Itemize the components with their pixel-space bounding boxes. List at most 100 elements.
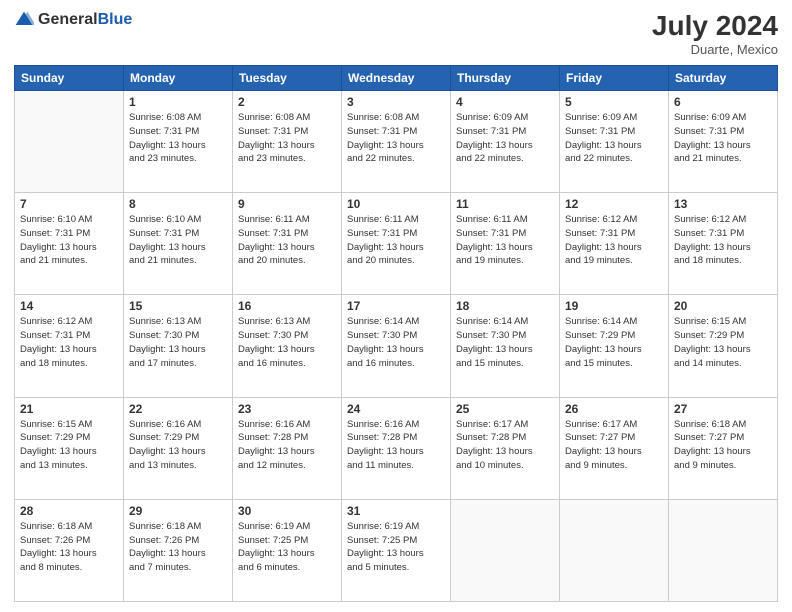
day-cell: 5 Sunrise: 6:09 AMSunset: 7:31 PMDaylight…	[560, 91, 669, 193]
day-header-monday: Monday	[124, 66, 233, 91]
day-number: 16	[238, 299, 336, 313]
day-cell	[560, 499, 669, 601]
day-info: Sunrise: 6:15 AMSunset: 7:29 PMDaylight:…	[674, 315, 772, 370]
day-info: Sunrise: 6:08 AMSunset: 7:31 PMDaylight:…	[238, 111, 336, 166]
day-number: 3	[347, 95, 445, 109]
day-cell: 26Sunrise: 6:17 AMSunset: 7:27 PMDayligh…	[560, 397, 669, 499]
day-header-wednesday: Wednesday	[342, 66, 451, 91]
day-info: Sunrise: 6:16 AMSunset: 7:28 PMDaylight:…	[347, 418, 445, 473]
day-info: Sunrise: 6:12 AMSunset: 7:31 PMDaylight:…	[674, 213, 772, 268]
day-number: 20	[674, 299, 772, 313]
logo-blue: Blue	[98, 11, 133, 28]
day-cell: 29 Sunrise: 6:18 AMSunset: 7:26 PMDayligh…	[124, 499, 233, 601]
logo: GeneralBlue	[14, 10, 132, 30]
day-header-thursday: Thursday	[451, 66, 560, 91]
day-info: Sunrise: 6:11 AMSunset: 7:31 PMDaylight:…	[347, 213, 445, 268]
day-number: 21	[20, 402, 118, 416]
day-cell: 20 Sunrise: 6:15 AMSunset: 7:29 PMDayligh…	[669, 295, 778, 397]
day-cell: 11 Sunrise: 6:11 AMSunset: 7:31 PMDayligh…	[451, 193, 560, 295]
day-cell: 12Sunrise: 6:12 AMSunset: 7:31 PMDayligh…	[560, 193, 669, 295]
day-info: Sunrise: 6:18 AMSunset: 7:26 PMDaylight:…	[129, 520, 227, 575]
day-info: Sunrise: 6:19 AMSunset: 7:25 PMDaylight:…	[347, 520, 445, 575]
day-number: 28	[20, 504, 118, 518]
day-number: 1	[129, 95, 227, 109]
day-info: Sunrise: 6:10 AMSunset: 7:31 PMDaylight:…	[129, 213, 227, 268]
day-cell: 23 Sunrise: 6:16 AMSunset: 7:28 PMDayligh…	[233, 397, 342, 499]
day-number: 10	[347, 197, 445, 211]
day-number: 12	[565, 197, 663, 211]
calendar-table: SundayMondayTuesdayWednesdayThursdayFrid…	[14, 65, 778, 602]
day-number: 9	[238, 197, 336, 211]
day-info: Sunrise: 6:09 AMSunset: 7:31 PMDaylight:…	[674, 111, 772, 166]
day-cell: 30Sunrise: 6:19 AMSunset: 7:25 PMDayligh…	[233, 499, 342, 601]
day-info: Sunrise: 6:18 AMSunset: 7:26 PMDaylight:…	[20, 520, 118, 575]
logo-text: GeneralBlue	[38, 11, 132, 29]
day-cell: 25 Sunrise: 6:17 AMSunset: 7:28 PMDayligh…	[451, 397, 560, 499]
day-info: Sunrise: 6:08 AMSunset: 7:31 PMDaylight:…	[129, 111, 227, 166]
week-row-5: 28 Sunrise: 6:18 AMSunset: 7:26 PMDayligh…	[15, 499, 778, 601]
day-header-sunday: Sunday	[15, 66, 124, 91]
location: Duarte, Mexico	[652, 42, 778, 57]
day-info: Sunrise: 6:17 AMSunset: 7:27 PMDaylight:…	[565, 418, 663, 473]
day-cell: 9Sunrise: 6:11 AMSunset: 7:31 PMDaylight…	[233, 193, 342, 295]
week-row-3: 14Sunrise: 6:12 AMSunset: 7:31 PMDayligh…	[15, 295, 778, 397]
calendar-header-row: SundayMondayTuesdayWednesdayThursdayFrid…	[15, 66, 778, 91]
day-cell: 27Sunrise: 6:18 AMSunset: 7:27 PMDayligh…	[669, 397, 778, 499]
day-info: Sunrise: 6:09 AMSunset: 7:31 PMDaylight:…	[565, 111, 663, 166]
day-info: Sunrise: 6:11 AMSunset: 7:31 PMDaylight:…	[456, 213, 554, 268]
week-row-1: 1 Sunrise: 6:08 AMSunset: 7:31 PMDaylight…	[15, 91, 778, 193]
day-number: 8	[129, 197, 227, 211]
day-number: 15	[129, 299, 227, 313]
day-number: 11	[456, 197, 554, 211]
day-number: 29	[129, 504, 227, 518]
logo-general: General	[38, 11, 98, 28]
day-number: 24	[347, 402, 445, 416]
day-info: Sunrise: 6:13 AMSunset: 7:30 PMDaylight:…	[129, 315, 227, 370]
day-number: 13	[674, 197, 772, 211]
day-cell: 28 Sunrise: 6:18 AMSunset: 7:26 PMDayligh…	[15, 499, 124, 601]
day-cell: 8 Sunrise: 6:10 AMSunset: 7:31 PMDaylight…	[124, 193, 233, 295]
week-row-2: 7 Sunrise: 6:10 AMSunset: 7:31 PMDaylight…	[15, 193, 778, 295]
logo-icon	[14, 10, 34, 30]
day-cell: 18 Sunrise: 6:14 AMSunset: 7:30 PMDayligh…	[451, 295, 560, 397]
day-info: Sunrise: 6:14 AMSunset: 7:30 PMDaylight:…	[347, 315, 445, 370]
day-number: 25	[456, 402, 554, 416]
day-cell: 6 Sunrise: 6:09 AMSunset: 7:31 PMDaylight…	[669, 91, 778, 193]
day-info: Sunrise: 6:13 AMSunset: 7:30 PMDaylight:…	[238, 315, 336, 370]
day-number: 31	[347, 504, 445, 518]
week-row-4: 21 Sunrise: 6:15 AMSunset: 7:29 PMDayligh…	[15, 397, 778, 499]
day-number: 7	[20, 197, 118, 211]
day-info: Sunrise: 6:15 AMSunset: 7:29 PMDaylight:…	[20, 418, 118, 473]
day-number: 18	[456, 299, 554, 313]
day-cell: 17 Sunrise: 6:14 AMSunset: 7:30 PMDayligh…	[342, 295, 451, 397]
day-info: Sunrise: 6:14 AMSunset: 7:30 PMDaylight:…	[456, 315, 554, 370]
day-number: 23	[238, 402, 336, 416]
day-number: 27	[674, 402, 772, 416]
day-cell: 21 Sunrise: 6:15 AMSunset: 7:29 PMDayligh…	[15, 397, 124, 499]
day-cell	[15, 91, 124, 193]
day-cell: 22Sunrise: 6:16 AMSunset: 7:29 PMDayligh…	[124, 397, 233, 499]
day-number: 19	[565, 299, 663, 313]
day-header-tuesday: Tuesday	[233, 66, 342, 91]
day-info: Sunrise: 6:09 AMSunset: 7:31 PMDaylight:…	[456, 111, 554, 166]
day-cell	[451, 499, 560, 601]
day-info: Sunrise: 6:16 AMSunset: 7:28 PMDaylight:…	[238, 418, 336, 473]
day-number: 6	[674, 95, 772, 109]
day-cell	[669, 499, 778, 601]
title-block: July 2024 Duarte, Mexico	[652, 10, 778, 57]
day-number: 14	[20, 299, 118, 313]
day-number: 5	[565, 95, 663, 109]
day-cell: 15 Sunrise: 6:13 AMSunset: 7:30 PMDayligh…	[124, 295, 233, 397]
calendar-page: GeneralBlue July 2024 Duarte, Mexico Sun…	[0, 0, 792, 612]
day-info: Sunrise: 6:17 AMSunset: 7:28 PMDaylight:…	[456, 418, 554, 473]
day-info: Sunrise: 6:14 AMSunset: 7:29 PMDaylight:…	[565, 315, 663, 370]
day-cell: 4Sunrise: 6:09 AMSunset: 7:31 PMDaylight…	[451, 91, 560, 193]
day-cell: 24 Sunrise: 6:16 AMSunset: 7:28 PMDayligh…	[342, 397, 451, 499]
day-number: 17	[347, 299, 445, 313]
day-info: Sunrise: 6:19 AMSunset: 7:25 PMDaylight:…	[238, 520, 336, 575]
day-cell: 16 Sunrise: 6:13 AMSunset: 7:30 PMDayligh…	[233, 295, 342, 397]
day-cell: 19 Sunrise: 6:14 AMSunset: 7:29 PMDayligh…	[560, 295, 669, 397]
month-year: July 2024	[652, 10, 778, 42]
day-cell: 13 Sunrise: 6:12 AMSunset: 7:31 PMDayligh…	[669, 193, 778, 295]
day-cell: 31 Sunrise: 6:19 AMSunset: 7:25 PMDayligh…	[342, 499, 451, 601]
